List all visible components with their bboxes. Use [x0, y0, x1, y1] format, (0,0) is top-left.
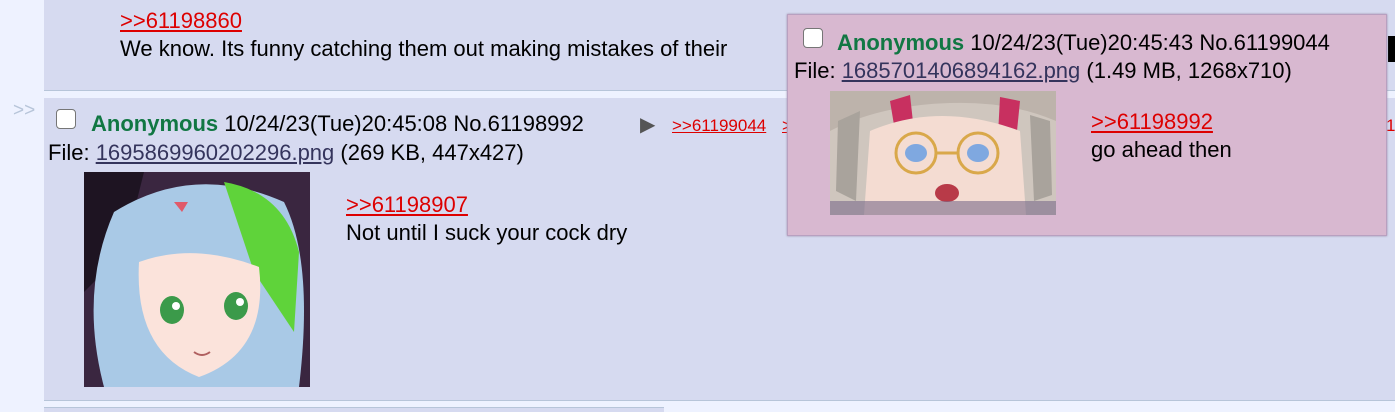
post-header: Anonymous 10/24/23(Tue)20:45:08 No.61198… [91, 111, 584, 137]
post-number[interactable]: No.61199044 [1199, 30, 1330, 55]
file-meta: (269 KB, 447x427) [334, 140, 524, 165]
hidden-backlink-fragment[interactable]: 1 [1386, 116, 1395, 136]
post-thumbnail[interactable] [84, 172, 310, 387]
quotelink[interactable]: >>61198992 [1091, 109, 1213, 135]
post-header: Anonymous 10/24/23(Tue)20:45:43 No.61199… [837, 30, 1330, 56]
post-message: We know. Its funny catching them out mak… [120, 36, 728, 61]
quote-preview-popup: Anonymous 10/24/23(Tue)20:45:43 No.61199… [787, 14, 1387, 236]
file-info: File: 1695869960202296.png (269 KB, 447x… [48, 140, 524, 166]
post-datetime: 10/24/23(Tue)20:45:43 [970, 30, 1194, 55]
side-arrows: >> [13, 100, 36, 121]
post-message: Not until I suck your cock dry [346, 220, 628, 245]
post-message: go ahead then [1091, 137, 1232, 162]
quotelink[interactable]: >>61198860 [120, 8, 242, 34]
anime-girl-thumbnail-image [84, 172, 310, 387]
file-link[interactable]: 1695869960202296.png [96, 140, 335, 165]
post-thumbnail[interactable] [830, 91, 1056, 215]
quotelink[interactable]: >>61198907 [346, 192, 468, 218]
file-label: File: [794, 58, 842, 83]
file-link[interactable]: 1685701406894162.png [842, 58, 1081, 83]
post-select-checkbox[interactable] [56, 109, 76, 129]
poster-name: Anonymous [91, 111, 219, 136]
file-meta: (1.49 MB, 1268x710) [1080, 58, 1292, 83]
file-info: File: 1685701406894162.png (1.49 MB, 126… [794, 58, 1292, 84]
anime-girl-glasses-thumbnail-image [830, 91, 1056, 215]
scroll-edge-marker [1388, 36, 1395, 62]
backlink[interactable]: >>61199044 [672, 116, 766, 136]
poster-name: Anonymous [837, 30, 965, 55]
file-label: File: [48, 140, 96, 165]
next-post-edge [44, 407, 664, 412]
post-select-checkbox[interactable] [803, 28, 823, 48]
post-datetime: 10/24/23(Tue)20:45:08 [224, 111, 448, 136]
post-number[interactable]: No.61198992 [453, 111, 584, 136]
post-menu-arrow-icon[interactable]: ▶ [640, 112, 655, 137]
